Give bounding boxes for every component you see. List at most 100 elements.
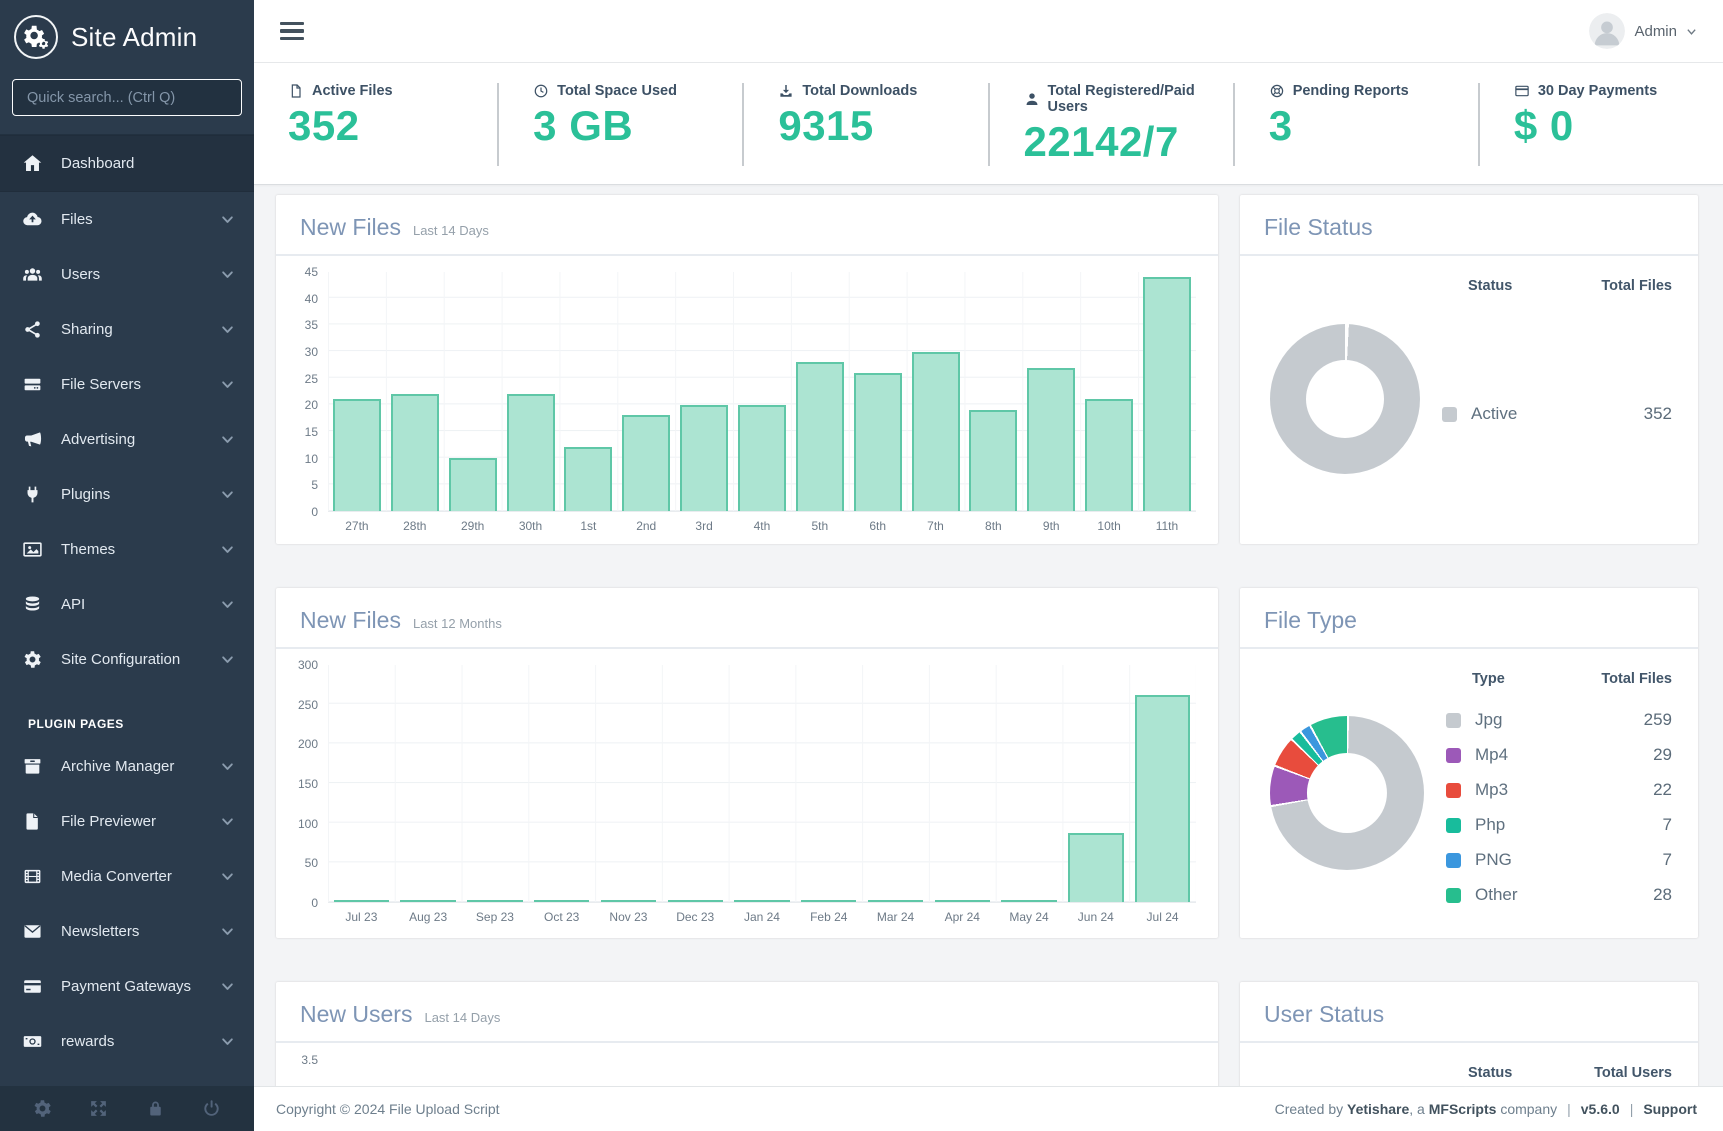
donut-ring (1270, 324, 1420, 474)
legend: Status Total Files Active352 (1442, 270, 1672, 528)
archive-icon (22, 756, 43, 777)
sidebar-item-api[interactable]: API (0, 577, 254, 632)
sidebar-item-archive-manager[interactable]: Archive Manager (0, 739, 254, 794)
chevron-down-icon (221, 815, 234, 828)
chevron-down-icon (221, 213, 234, 226)
power-icon[interactable] (201, 1098, 222, 1119)
bar-slot (559, 272, 617, 511)
bar (796, 362, 844, 511)
card-subtitle: Last 14 Days (413, 223, 489, 238)
sidebar-item-sharing[interactable]: Sharing (0, 302, 254, 357)
sidebar-item-site-configuration[interactable]: Site Configuration (0, 632, 254, 687)
x-tick-label: 4th (733, 519, 791, 533)
sidebar-item-themes[interactable]: Themes (0, 522, 254, 577)
legend-row-png: PNG7 (1446, 843, 1672, 878)
user-label: Admin (1634, 23, 1677, 40)
bar-slot (595, 665, 662, 902)
stat-total-space-used: Total Space Used3 GB (497, 83, 742, 166)
x-tick-label: Aug 23 (395, 910, 462, 924)
user-menu[interactable]: Admin (1589, 13, 1697, 49)
bar (734, 900, 789, 902)
sidebar-item-file-servers[interactable]: File Servers (0, 357, 254, 412)
x-tick-label: Jul 23 (328, 910, 395, 924)
legend-value: 7 (1663, 850, 1672, 870)
y-tick-label: 300 (298, 658, 318, 672)
x-tick-label: Jan 24 (729, 910, 796, 924)
stat-user-icon (1024, 91, 1040, 107)
stats-row: Active Files352Total Space Used3 GBTotal… (254, 63, 1723, 185)
menu-toggle-button[interactable] (276, 18, 308, 45)
stat-label: Pending Reports (1293, 83, 1409, 99)
bar (738, 405, 786, 511)
legend-swatch (1446, 853, 1461, 868)
legend-swatch (1442, 407, 1457, 422)
legend: TypeTotal FilesJpg259Mp429Mp322Php7PNG7O… (1446, 663, 1672, 922)
expand-icon[interactable] (88, 1098, 109, 1119)
sidebar-item-rewards[interactable]: rewards (0, 1014, 254, 1069)
bar-slot (795, 665, 862, 902)
sidebar-item-media-converter[interactable]: Media Converter (0, 849, 254, 904)
sidebar-item-files[interactable]: Files (0, 192, 254, 247)
chevron-down-icon (221, 1035, 234, 1048)
legend-header: Total Users (1594, 1065, 1672, 1081)
bar-slot (328, 665, 395, 902)
lock-icon[interactable] (145, 1098, 166, 1119)
share-icon (22, 319, 43, 340)
legend-row-other: Other28 (1446, 878, 1672, 913)
y-tick-label: 20 (305, 398, 318, 412)
card-new-files-14-days: New Files Last 14 Days 45403530252015105… (276, 195, 1218, 544)
support-link[interactable]: Support (1643, 1101, 1697, 1117)
bar-slot (1022, 272, 1080, 511)
bar-slot (929, 665, 996, 902)
bar (467, 900, 522, 902)
sidebar-item-users[interactable]: Users (0, 247, 254, 302)
legend-row-active: Active352 (1442, 397, 1672, 432)
quick-search-input[interactable] (12, 79, 242, 116)
card-new-users-14-days: New Users Last 14 Days 3.5 (276, 982, 1218, 1086)
gear-icon[interactable] (32, 1098, 53, 1119)
legend-header-row: Status Total Files (1442, 270, 1672, 300)
y-tick-label: 5 (311, 478, 318, 492)
app-logo[interactable]: Site Admin (0, 0, 254, 73)
y-tick-label: 45 (305, 265, 318, 279)
server-icon (22, 374, 43, 395)
x-tick-label: 11th (1138, 519, 1196, 533)
y-tick-label: 200 (298, 737, 318, 751)
x-tick-label: 6th (849, 519, 907, 533)
y-tick-label: 25 (305, 372, 318, 386)
legend-header: Type (1472, 671, 1505, 687)
sidebar-item-label: File Servers (61, 376, 221, 393)
sidebar-item-dashboard[interactable]: Dashboard (0, 135, 254, 192)
chevron-down-icon (221, 925, 234, 938)
legend-header: Total Files (1601, 278, 1672, 294)
card-title: New Files (300, 607, 401, 634)
chevron-down-icon (221, 433, 234, 446)
sidebar-item-label: API (61, 596, 221, 613)
sidebar-item-label: Archive Manager (61, 758, 221, 775)
sidebar-item-payment-gateways[interactable]: Payment Gateways (0, 959, 254, 1014)
legend-value: 29 (1653, 745, 1672, 765)
legend-row-mp3: Mp322 (1446, 773, 1672, 808)
legend-label: Other (1475, 885, 1653, 905)
sidebar-item-label: Media Converter (61, 868, 221, 885)
topbar: Admin (254, 0, 1723, 63)
bar-slot (849, 272, 907, 511)
cloud-upload-icon (22, 209, 43, 230)
chevron-down-icon (221, 378, 234, 391)
y-tick-label: 150 (298, 777, 318, 791)
bar-slot (964, 272, 1022, 511)
home-icon (22, 153, 43, 174)
sidebar-item-file-previewer[interactable]: File Previewer (0, 794, 254, 849)
x-tick-label: 8th (964, 519, 1022, 533)
sidebar-item-newsletters[interactable]: Newsletters (0, 904, 254, 959)
database-icon (22, 594, 43, 615)
bar (534, 900, 589, 902)
legend-header: Status (1468, 278, 1512, 294)
sidebar-item-plugins[interactable]: Plugins (0, 467, 254, 522)
legend-label: Mp3 (1475, 780, 1653, 800)
y-tick-label: 250 (298, 698, 318, 712)
stat-label: Total Registered/Paid Users (1048, 83, 1233, 115)
sidebar-item-advertising[interactable]: Advertising (0, 412, 254, 467)
x-tick-label: 29th (444, 519, 502, 533)
bar (854, 373, 902, 511)
